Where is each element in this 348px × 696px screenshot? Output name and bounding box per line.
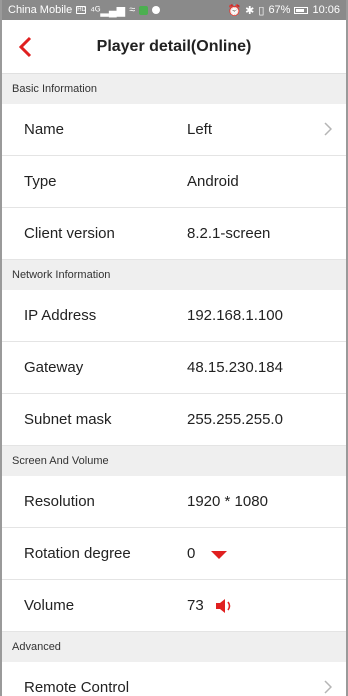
row-client-version: Client version 8.2.1-screen [2, 208, 346, 260]
chevron-left-icon [18, 36, 32, 58]
row-remote-control[interactable]: Remote Control [2, 662, 346, 696]
remote-control-label: Remote Control [24, 679, 130, 696]
ip-address-value: 192.168.1.100 [187, 307, 283, 324]
volume-value: 73 [187, 597, 204, 614]
section-header-screen: Screen And Volume [2, 446, 346, 476]
status-bar: China Mobile HD ⁴ᴳ▂▄▆ ≈ ⏰ ✱ ▯ 67% 10:06 [2, 0, 346, 20]
subnet-mask-value: 255.255.255.0 [187, 411, 283, 428]
caret-down-icon[interactable] [205, 549, 233, 559]
row-type: Type Android [2, 156, 346, 208]
vibrate-icon: ▯ [258, 4, 265, 17]
section-header-advanced: Advanced [2, 632, 346, 662]
bluetooth-icon: ✱ [245, 4, 255, 17]
page-title: Player detail(Online) [96, 37, 252, 55]
row-gateway: Gateway 48.15.230.184 [2, 342, 346, 394]
row-volume[interactable]: Volume 73 [2, 580, 346, 632]
row-name[interactable]: Name Left [2, 104, 346, 156]
gateway-value: 48.15.230.184 [187, 359, 283, 376]
carrier-label: China Mobile [8, 4, 73, 16]
subnet-mask-label: Subnet mask [24, 411, 112, 428]
gateway-label: Gateway [24, 359, 84, 376]
row-subnet-mask: Subnet mask 255.255.255.0 [2, 394, 346, 446]
alarm-icon: ⏰ [227, 4, 242, 17]
client-version-value: 8.2.1-screen [187, 225, 271, 242]
detail-list: Basic Information Name Left Type Android… [2, 74, 346, 696]
rotation-degree-selector[interactable]: 0 [187, 545, 233, 562]
type-value: Android [187, 173, 239, 190]
row-rotation-degree[interactable]: Rotation degree 0 [2, 528, 346, 580]
rotation-degree-label: Rotation degree [24, 545, 131, 562]
chevron-right-icon [324, 122, 332, 136]
clock: 10:06 [312, 4, 340, 16]
client-version-label: Client version [24, 225, 115, 242]
volume-label: Volume [24, 597, 75, 614]
resolution-value: 1920 * 1080 [187, 493, 268, 510]
section-header-network: Network Information [2, 260, 346, 290]
battery-icon [294, 6, 309, 14]
nav-bar: Player detail(Online) [2, 20, 346, 74]
rotation-degree-value: 0 [187, 545, 196, 562]
chevron-right-icon [324, 680, 332, 694]
ip-address-label: IP Address [24, 307, 97, 324]
hd-icon: HD [76, 6, 87, 14]
name-value: Left [187, 121, 213, 138]
resolution-label: Resolution [24, 493, 95, 510]
app-notification-icon [139, 5, 149, 15]
notification-icon [152, 6, 161, 14]
row-ip-address: IP Address 192.168.1.100 [2, 290, 346, 342]
back-button[interactable] [10, 30, 40, 64]
row-resolution: Resolution 1920 * 1080 [2, 476, 346, 528]
wifi-icon: ≈ [129, 4, 136, 16]
volume-control[interactable]: 73 [187, 597, 236, 614]
type-label: Type [24, 173, 57, 190]
section-header-basic: Basic Information [2, 74, 346, 104]
name-label: Name [24, 121, 65, 138]
speaker-icon[interactable] [214, 598, 236, 614]
battery-percent: 67% [268, 4, 291, 16]
signal-icon: ⁴ᴳ▂▄▆ [90, 4, 126, 17]
